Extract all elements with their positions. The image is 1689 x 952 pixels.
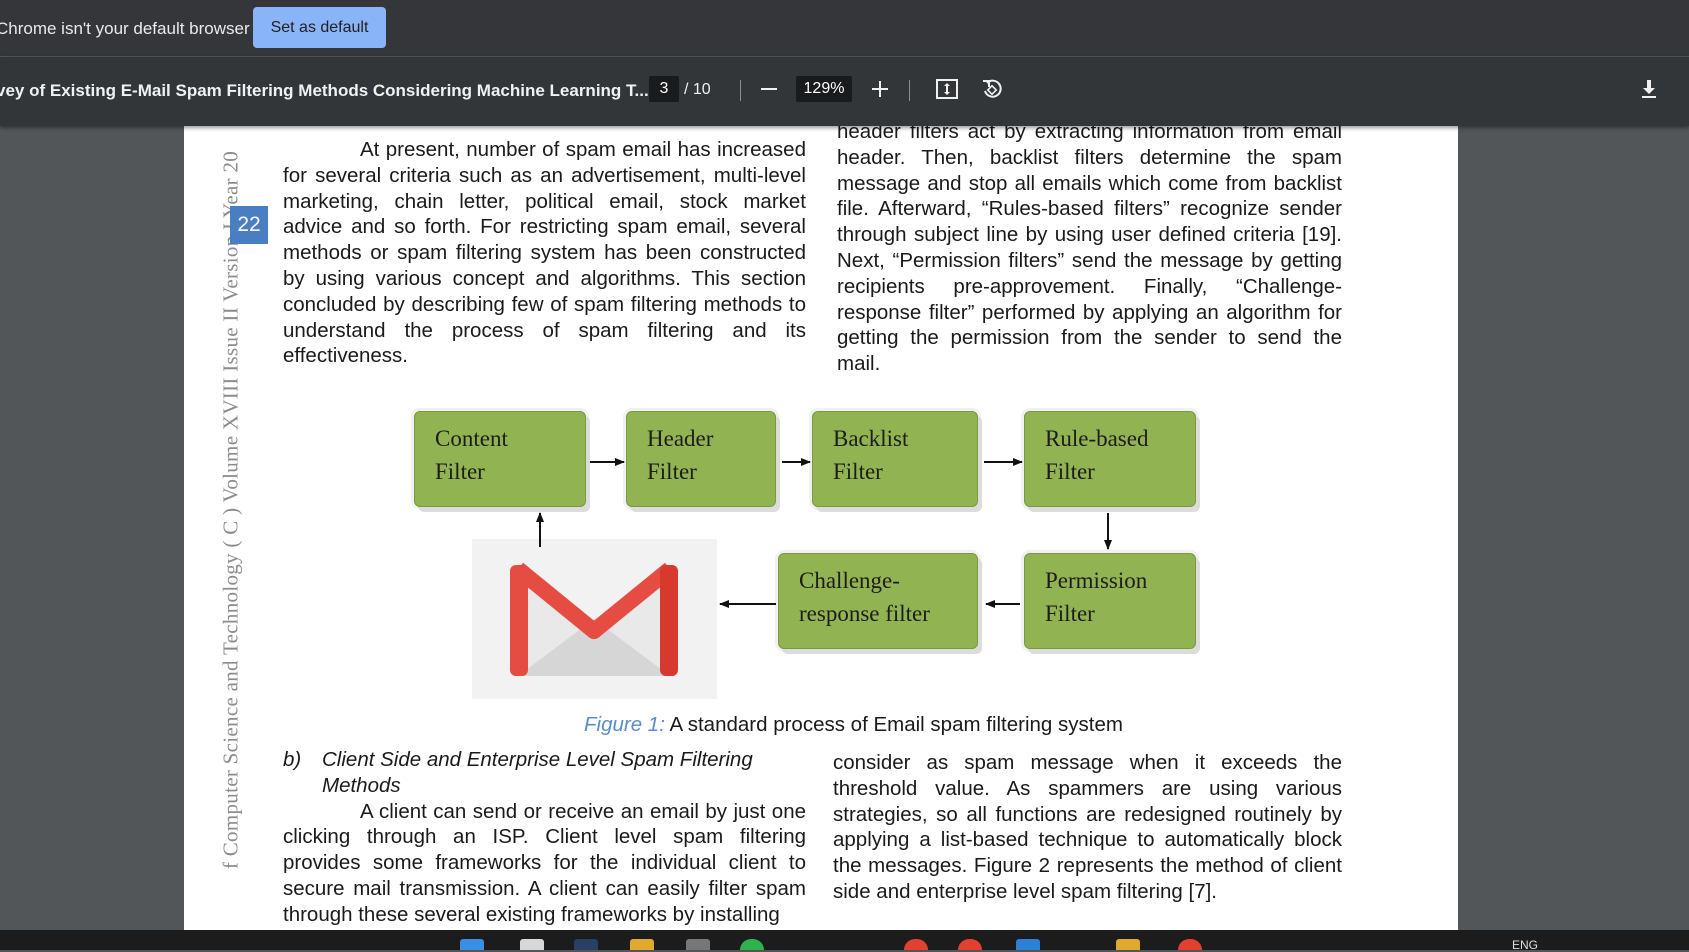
pdf-reader-icon[interactable] xyxy=(1178,939,1202,950)
paragraph: At present, number of spam email has inc… xyxy=(283,138,806,368)
paragraph: A client can send or receive an email by… xyxy=(283,799,806,926)
rotate-icon[interactable] xyxy=(976,73,1008,105)
section-heading-text: Client Side and Enterprise Level Spam Fi… xyxy=(322,747,753,799)
default-browser-infobar: Chrome isn't your default browser Set as… xyxy=(0,0,1689,56)
header-filter-box: Header Filter xyxy=(626,411,776,507)
figure-caption: Figure 1: A standard process of Email sp… xyxy=(584,713,1123,737)
download-icon[interactable] xyxy=(1633,73,1665,105)
toolbar-divider xyxy=(740,80,741,101)
zoom-in-icon[interactable] xyxy=(864,73,896,105)
section-marker: b) xyxy=(283,748,302,771)
box-label-line: Challenge- xyxy=(799,568,900,593)
box-label-line: Filter xyxy=(833,459,883,484)
box-label-line: Filter xyxy=(1045,601,1095,626)
page-number-input[interactable]: 3 xyxy=(649,76,679,102)
pdf-page: f Computer Science and Technology ( C ) … xyxy=(184,126,1458,930)
box-label-line: Rule-based xyxy=(1045,426,1149,451)
box-label-line: response filter xyxy=(799,601,930,626)
zoom-out-icon[interactable] xyxy=(753,73,785,105)
gmail-icon xyxy=(510,562,678,676)
right-column-top: header filters act by extracting informa… xyxy=(837,126,1342,377)
box-label-line: Backlist xyxy=(833,426,909,451)
running-header-text: f Computer Science and Technology ( C ) … xyxy=(218,150,243,870)
document-title: vey of Existing E-Mail Spam Filtering Me… xyxy=(0,81,649,100)
box-label-line: Content xyxy=(435,426,508,451)
box-label-line: Filter xyxy=(435,459,485,484)
toolbar-divider xyxy=(909,80,910,101)
box-label-line: Permission xyxy=(1045,568,1148,593)
app-icon[interactable] xyxy=(958,939,982,950)
section-heading: b) Client Side and Enterprise Level Spam… xyxy=(283,747,806,799)
permission-filter-box: Permission Filter xyxy=(1024,553,1196,649)
section-heading-line: Client Side and Enterprise Level Spam Fi… xyxy=(322,748,753,771)
pdf-toolbar: vey of Existing E-Mail Spam Filtering Me… xyxy=(0,57,1689,126)
figure-caption-text: A standard process of Email spam filteri… xyxy=(669,713,1123,736)
zoom-level-input[interactable]: 129% xyxy=(796,76,852,102)
spotify-icon[interactable] xyxy=(740,939,764,950)
left-column-top: At present, number of spam email has inc… xyxy=(283,137,806,369)
section-heading-line: Methods xyxy=(322,773,401,797)
search-icon[interactable] xyxy=(520,939,544,950)
file-explorer-icon[interactable] xyxy=(630,939,654,950)
box-label-line: Filter xyxy=(1045,459,1095,484)
page-total: / 10 xyxy=(684,81,711,98)
right-column-bottom: consider as spam message when it exceeds… xyxy=(833,750,1342,905)
app-icon[interactable] xyxy=(1116,939,1140,950)
paragraph: consider as spam message when it exceeds… xyxy=(833,751,1342,903)
task-view-icon[interactable] xyxy=(574,939,598,950)
start-icon[interactable] xyxy=(460,939,484,950)
fit-to-page-icon[interactable] xyxy=(931,73,963,105)
app-icon[interactable] xyxy=(1016,939,1040,950)
backlist-filter-box: Backlist Filter xyxy=(812,411,978,507)
app-icon[interactable] xyxy=(686,939,710,950)
figure-label: Figure 1: xyxy=(584,713,665,736)
content-filter-box: Content Filter xyxy=(414,411,586,507)
set-as-default-button[interactable]: Set as default xyxy=(253,7,386,48)
page-number-badge: 22 xyxy=(230,206,268,244)
taskbar: ENG xyxy=(0,930,1689,952)
infobar-message: Chrome isn't your default browser xyxy=(0,19,250,38)
chrome-icon[interactable] xyxy=(904,939,928,950)
paragraph: header filters act by extracting informa… xyxy=(837,126,1342,376)
box-label-line: Header xyxy=(647,426,714,451)
rule-based-filter-box: Rule-based Filter xyxy=(1024,411,1196,507)
challenge-response-filter-box: Challenge- response filter xyxy=(778,553,978,649)
box-label-line: Filter xyxy=(647,459,697,484)
gmail-logo-image xyxy=(472,539,717,699)
left-column-bottom: b) Client Side and Enterprise Level Spam… xyxy=(283,747,806,928)
